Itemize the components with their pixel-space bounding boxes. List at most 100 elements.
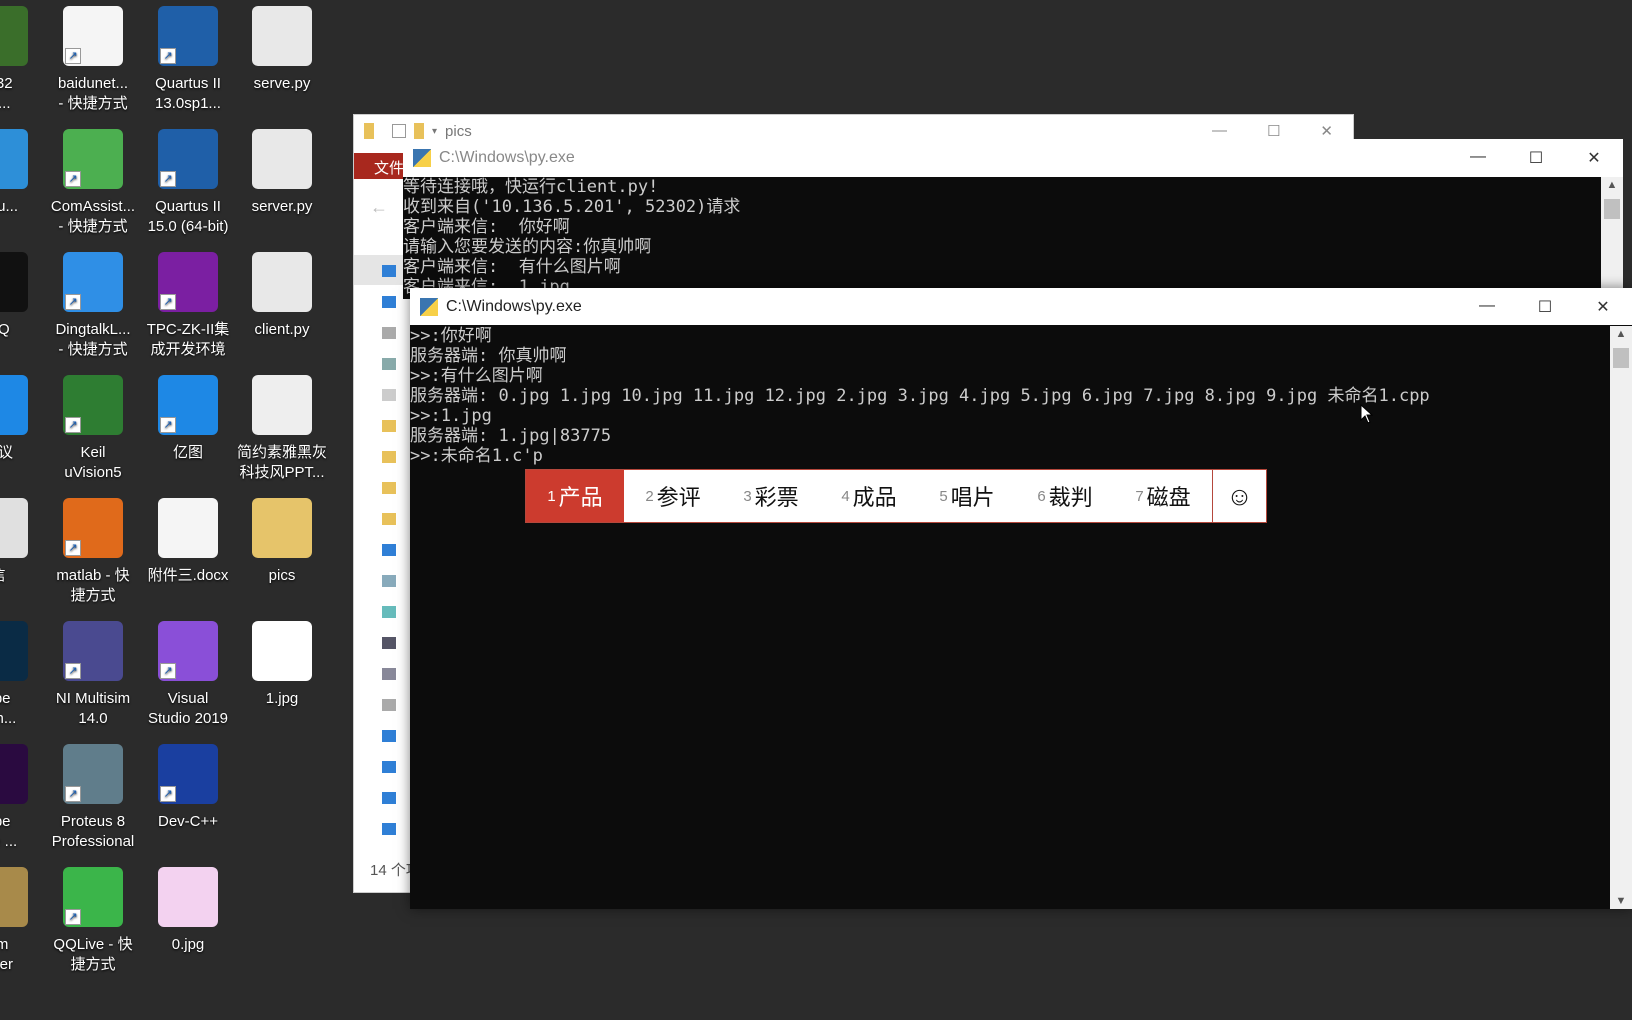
- desktop-icon[interactable]: ↗ ComAssist... - 快捷方式: [45, 129, 141, 237]
- desktop-icon[interactable]: ↗ Proteus 8 Professional: [45, 744, 141, 852]
- maximize-button[interactable]: ☐: [1516, 297, 1574, 317]
- desktop-icon[interactable]: client.py: [234, 252, 330, 340]
- ime-candidate[interactable]: 3 彩票: [722, 470, 820, 522]
- scroll-up-icon[interactable]: ▲: [1610, 328, 1632, 340]
- nav-item-icon[interactable]: [382, 699, 396, 711]
- desktop-icon[interactable]: M32 LI...: [0, 6, 46, 114]
- nav-item-icon[interactable]: [382, 513, 396, 525]
- app-icon: [252, 129, 312, 189]
- nav-item-icon[interactable]: [382, 482, 396, 494]
- desktop-icon[interactable]: 简约素雅黑灰 科技风PPT...: [234, 375, 330, 483]
- app-icon: [0, 867, 28, 927]
- maximize-button[interactable]: ☐: [1267, 122, 1280, 140]
- console-line: >>:你好啊: [410, 326, 492, 346]
- scroll-down-icon[interactable]: ▼: [1610, 895, 1632, 907]
- nav-item-icon[interactable]: [382, 730, 396, 742]
- ime-candidate[interactable]: 1 产品: [526, 470, 624, 522]
- ime-candidate[interactable]: 5 唱片: [918, 470, 1016, 522]
- nav-item-icon[interactable]: [382, 637, 396, 649]
- ime-candidate[interactable]: 6 裁判: [1016, 470, 1114, 522]
- maximize-button[interactable]: ☐: [1507, 148, 1565, 168]
- nav-quick-access[interactable]: [354, 255, 404, 285]
- desktop-icon[interactable]: obe ere ...: [0, 744, 46, 852]
- desktop-icon[interactable]: ↗ Quartus II 13.0sp1...: [140, 6, 236, 114]
- ime-candidate[interactable]: 7 磁盘: [1114, 470, 1212, 522]
- desktop-icon[interactable]: 1.jpg: [234, 621, 330, 709]
- nav-item-icon[interactable]: [382, 606, 396, 618]
- desktop-icon[interactable]: 会议: [0, 375, 46, 463]
- desktop-icon[interactable]: pics: [234, 498, 330, 586]
- scroll-thumb[interactable]: [1613, 348, 1629, 368]
- console-line: 等待连接哦，快运行client.py!: [403, 177, 659, 197]
- nav-item-icon[interactable]: [382, 296, 396, 308]
- client-console-titlebar[interactable]: C:\Windows\py.exe — ☐ ✕: [410, 288, 1632, 325]
- desktop-icon[interactable]: 2Cu...: [0, 129, 46, 217]
- close-button[interactable]: ✕: [1574, 297, 1632, 317]
- ime-candidate[interactable]: 2 参评: [624, 470, 722, 522]
- minimize-button[interactable]: —: [1449, 148, 1507, 168]
- desktop-icon[interactable]: serve.py: [234, 6, 330, 94]
- desktop-icon[interactable]: server.py: [234, 129, 330, 217]
- nav-item-icon[interactable]: [382, 544, 396, 556]
- nav-item-icon[interactable]: [382, 358, 396, 370]
- nav-item-icon[interactable]: [382, 792, 396, 804]
- server-console-window[interactable]: C:\Windows\py.exe — ☐ ✕ 等待连接哦，快运行client.py…: [403, 139, 1623, 299]
- minimize-button[interactable]: —: [1458, 297, 1516, 317]
- console-line: 服务器端: 你真帅啊: [410, 346, 567, 366]
- desktop-icon[interactable]: ↗ matlab - 快 捷方式: [45, 498, 141, 606]
- nav-item-icon[interactable]: [382, 265, 396, 277]
- shortcut-arrow-icon: ↗: [65, 294, 81, 310]
- scroll-thumb[interactable]: [1604, 199, 1620, 219]
- app-icon: [0, 621, 28, 681]
- desktop-icon[interactable]: um gner: [0, 867, 46, 975]
- desktop-icon[interactable]: QQ: [0, 252, 46, 340]
- dropdown-icon[interactable]: ▾: [432, 126, 437, 137]
- nav-item-icon[interactable]: [382, 420, 396, 432]
- app-icon: ↗: [63, 6, 123, 66]
- desktop-icon[interactable]: 附件三.docx: [140, 498, 236, 586]
- desktop-icon[interactable]: ↗ 亿图: [140, 375, 236, 463]
- client-console-window[interactable]: C:\Windows\py.exe — ☐ ✕ >>:你好啊 服务器端: 你真帅啊 >>…: [410, 288, 1632, 909]
- emoji-button[interactable]: ☺: [1212, 470, 1266, 522]
- close-button[interactable]: ✕: [1565, 148, 1623, 168]
- app-icon: [0, 375, 28, 435]
- minimize-button[interactable]: —: [1212, 122, 1227, 140]
- desktop-icon[interactable]: ↗ baidunet... - 快捷方式: [45, 6, 141, 114]
- desktop-icon[interactable]: obe osh...: [0, 621, 46, 729]
- nav-item-icon[interactable]: [382, 823, 396, 835]
- desktop-icon[interactable]: ↗ TPC-ZK-II集 成开发环境: [140, 252, 236, 360]
- nav-item-icon[interactable]: [382, 451, 396, 463]
- desktop-icon-label: 附件三.docx: [147, 567, 229, 584]
- desktop-icon[interactable]: ↗ QQLive - 快 捷方式: [45, 867, 141, 975]
- close-button[interactable]: ✕: [1320, 122, 1333, 140]
- console-line: 客户端来信: 你好啊: [403, 217, 570, 237]
- server-console-titlebar[interactable]: C:\Windows\py.exe — ☐ ✕: [403, 139, 1623, 177]
- desktop-icon[interactable]: ↗ Visual Studio 2019: [140, 621, 236, 729]
- nav-item-icon[interactable]: [382, 575, 396, 587]
- nav-item-icon[interactable]: [382, 761, 396, 773]
- desktop-icon[interactable]: ↗ Keil uVision5: [45, 375, 141, 483]
- desktop-icon[interactable]: ↗ Quartus II 15.0 (64-bit): [140, 129, 236, 237]
- console-output[interactable]: 等待连接哦，快运行client.py! 收到来自('10.136.5.201', …: [403, 177, 1601, 299]
- nav-item-icon[interactable]: [382, 389, 396, 401]
- checkmark-icon[interactable]: [392, 124, 406, 138]
- app-icon: [252, 498, 312, 558]
- scrollbar[interactable]: ▲ ▼: [1610, 326, 1632, 909]
- console-output[interactable]: >>:你好啊 服务器端: 你真帅啊 >>:有什么图片啊 服务器端: 0.jpg 1.j…: [410, 326, 1610, 909]
- shortcut-arrow-icon: ↗: [65, 786, 81, 802]
- back-arrow-icon[interactable]: ←: [370, 197, 388, 218]
- nav-item-icon[interactable]: [382, 668, 396, 680]
- desktop-icon[interactable]: 0.jpg: [140, 867, 236, 955]
- scroll-up-icon[interactable]: ▲: [1601, 179, 1623, 191]
- desktop-icon[interactable]: 信: [0, 498, 46, 586]
- desktop-icon[interactable]: ↗ Dev-C++: [140, 744, 236, 832]
- ime-candidate-bar[interactable]: 1 产品 2 参评 3 彩票 4 成品 5 唱片 6 裁判 7 磁盘 ☺: [525, 469, 1267, 523]
- scrollbar[interactable]: ▲: [1601, 177, 1623, 299]
- desktop-icon[interactable]: ↗ NI Multisim 14.0: [45, 621, 141, 729]
- ime-candidate[interactable]: 4 成品: [820, 470, 918, 522]
- nav-item-icon[interactable]: [382, 327, 396, 339]
- app-icon: ↗: [63, 621, 123, 681]
- desktop-icon-label: 0.jpg: [171, 936, 205, 953]
- desktop-icon[interactable]: ↗ DingtalkL... - 快捷方式: [45, 252, 141, 360]
- desktop-icon-label: QQ: [0, 321, 10, 338]
